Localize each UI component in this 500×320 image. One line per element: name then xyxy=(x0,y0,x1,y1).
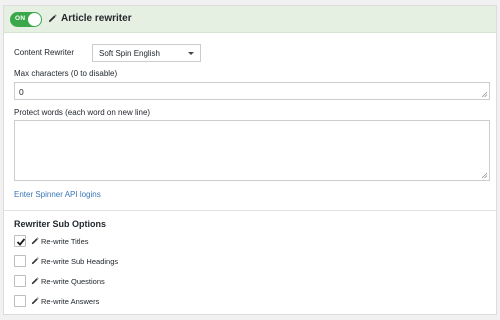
pencil-icon xyxy=(31,277,39,285)
rewrite-sub-headings-checkbox[interactable] xyxy=(14,255,26,267)
max-characters-label: Max characters (0 to disable) xyxy=(14,69,118,78)
toggle-label: ON xyxy=(15,15,26,22)
checkmark-icon xyxy=(16,238,26,246)
toggle-knob xyxy=(28,13,41,26)
spinner-api-link[interactable]: Enter Spinner API logins xyxy=(14,190,101,199)
pencil-icon xyxy=(31,297,39,305)
content-rewriter-select[interactable]: Soft Spin English xyxy=(92,44,201,62)
rewrite-answers-checkbox[interactable] xyxy=(14,295,26,307)
max-characters-value: 0 xyxy=(19,87,24,97)
rewrite-answers-label: Re-write Answers xyxy=(41,297,100,306)
panel-title: Article rewriter xyxy=(61,13,132,24)
rewrite-questions-checkbox[interactable] xyxy=(14,275,26,287)
rewrite-sub-headings-label: Re-write Sub Headings xyxy=(41,257,119,266)
protect-words-textarea[interactable] xyxy=(14,120,490,181)
panel-header: ON Article rewriter xyxy=(4,6,496,33)
pencil-icon xyxy=(48,14,57,23)
resize-grip-icon[interactable] xyxy=(481,91,487,97)
sub-options-heading: Rewriter Sub Options xyxy=(14,219,107,229)
enable-toggle[interactable]: ON xyxy=(10,12,42,27)
protect-words-label: Protect words (each word on new line) xyxy=(14,108,151,117)
pencil-icon xyxy=(31,237,39,245)
max-characters-input[interactable]: 0 xyxy=(14,82,490,100)
rewrite-titles-label: Re-write Titles xyxy=(41,237,89,246)
pencil-icon xyxy=(31,257,39,265)
content-rewriter-label: Content Rewriter xyxy=(14,48,75,57)
section-divider xyxy=(4,210,496,211)
rewrite-titles-checkbox[interactable] xyxy=(14,235,26,247)
rewrite-questions-label: Re-write Questions xyxy=(41,277,105,286)
article-rewriter-panel: ON Article rewriter Content Rewriter Sof… xyxy=(3,5,497,315)
resize-grip-icon[interactable] xyxy=(481,172,487,178)
content-rewriter-value: Soft Spin English xyxy=(99,49,160,58)
chevron-down-icon xyxy=(188,52,194,55)
